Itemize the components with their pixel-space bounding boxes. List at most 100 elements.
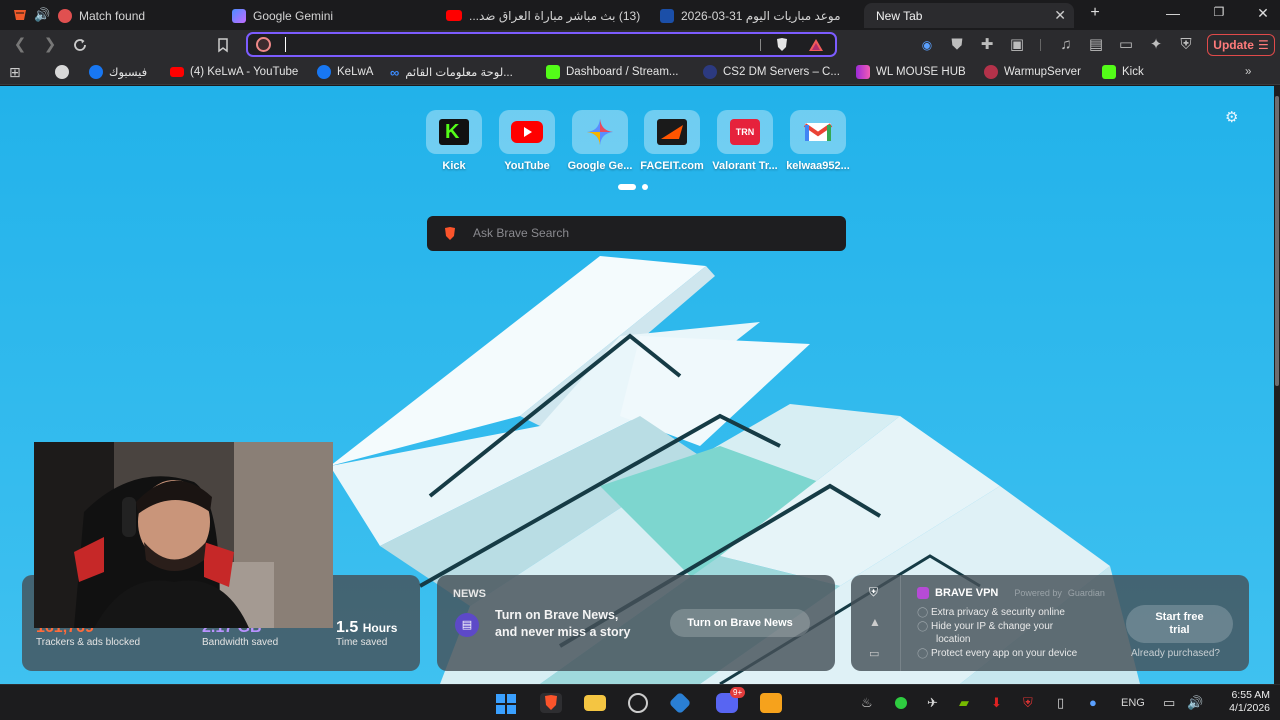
top-site-tile: K bbox=[426, 110, 482, 154]
tray-app-icon[interactable]: ✈ bbox=[927, 695, 938, 711]
turn-on-news-button[interactable]: Turn on Brave News bbox=[670, 609, 810, 637]
new-tab-button[interactable]: + bbox=[1080, 4, 1110, 22]
clipboard-tray-icon[interactable]: ▯ bbox=[1057, 695, 1064, 711]
page-indicator-active[interactable] bbox=[618, 184, 636, 190]
scrollbar-thumb[interactable] bbox=[1275, 96, 1279, 386]
volume-icon[interactable]: 🔊 bbox=[1187, 695, 1203, 711]
bookmark-icon[interactable] bbox=[215, 37, 231, 53]
nvidia-tray-icon[interactable]: ▰ bbox=[959, 695, 969, 711]
bookmark-cs2-dm[interactable]: CS2 DM Servers – C... bbox=[703, 64, 840, 80]
microphone-tray-icon[interactable]: ● bbox=[1089, 695, 1097, 710]
bookmark-wl-mouse[interactable]: WL MOUSE HUB bbox=[856, 64, 966, 80]
vpn-icon[interactable]: ⛨ bbox=[1178, 37, 1194, 53]
bookmark-meta-dashboard[interactable]: ∞ لوحة معلومات القائم... bbox=[390, 64, 513, 80]
bookmark-warmup-server[interactable]: WarmupServer bbox=[984, 64, 1081, 80]
shield-tray-icon[interactable]: ⛨ bbox=[1023, 695, 1033, 711]
vpn-feature: ◯ Hide your IP & change your bbox=[917, 620, 1077, 634]
check-icon: ◯ bbox=[917, 620, 929, 632]
top-site-kick[interactable]: K Kick bbox=[424, 110, 484, 172]
url-input[interactable] bbox=[282, 37, 682, 53]
restore-button[interactable]: ❐ bbox=[1204, 5, 1234, 19]
top-site-gmail[interactable]: kelwaa952... bbox=[786, 110, 850, 172]
already-purchased-link[interactable]: Already purchased? bbox=[1131, 648, 1220, 659]
clock[interactable]: 6:55 AM 4/1/2026 bbox=[1216, 689, 1270, 715]
more-bookmarks-icon[interactable]: » bbox=[1245, 64, 1251, 80]
sidebar-icon[interactable]: ▤ bbox=[1088, 37, 1104, 53]
customize-settings-icon[interactable]: ⚙ bbox=[1225, 108, 1238, 126]
top-site-valorant-tracker[interactable]: TRN Valorant Tr... bbox=[712, 110, 778, 172]
file-explorer-icon[interactable] bbox=[584, 695, 606, 711]
language-indicator[interactable]: ENG bbox=[1121, 697, 1145, 709]
tab-youtube-match[interactable]: (13) بث مباشر مباراة العراق ضد... bbox=[436, 3, 646, 28]
bookmark-label: (4) KeLwA - YouTube bbox=[190, 66, 299, 78]
app-taskbar-icon[interactable] bbox=[668, 691, 692, 715]
brave-search-box[interactable]: Ask Brave Search bbox=[427, 216, 846, 251]
bookmark-kelwa-youtube[interactable]: (4) KeLwA - YouTube bbox=[170, 64, 298, 80]
hamburger-menu-icon: ☰ bbox=[1257, 38, 1269, 52]
bookmark-label: Dashboard / Stream... bbox=[566, 66, 679, 78]
tab-match-schedule[interactable]: موعد مباريات اليوم 31-03-2026 bbox=[650, 3, 860, 28]
bookmark-kelwa-facebook[interactable]: KeLwA bbox=[317, 64, 373, 80]
rewards-tab-icon[interactable]: ▲ bbox=[869, 615, 881, 629]
brave-taskbar-icon[interactable] bbox=[540, 693, 562, 713]
brave-rewards-icon[interactable] bbox=[808, 38, 824, 52]
trial-line-1: Start free bbox=[1155, 611, 1204, 623]
bookmark-stream-dashboard[interactable]: Dashboard / Stream... bbox=[546, 64, 679, 80]
check-icon: ◯ bbox=[917, 607, 929, 618]
screenshot-icon[interactable]: ▣ bbox=[1009, 37, 1025, 53]
tab-google-gemini[interactable]: Google Gemini bbox=[222, 3, 432, 28]
bookmark-label: KeLwA bbox=[337, 66, 374, 78]
bookmark-label: Kick bbox=[1122, 66, 1144, 78]
new-tab-page: ⚙ K Kick YouTube Google Ge... FACEIT.com bbox=[0, 86, 1274, 684]
cards-tab-icon[interactable]: ▭ bbox=[869, 647, 879, 660]
news-line-2: and never miss a story bbox=[495, 625, 631, 639]
green-status-tray-icon[interactable] bbox=[895, 697, 907, 709]
reload-icon[interactable] bbox=[72, 37, 88, 53]
news-card: NEWS ▤ Turn on Brave News, and never mis… bbox=[437, 575, 835, 671]
faceit-icon bbox=[657, 119, 687, 145]
tab-match-found[interactable]: Match found bbox=[48, 3, 218, 28]
update-button[interactable]: Update ☰ bbox=[1207, 34, 1275, 56]
apps-grid-icon[interactable]: ⊞ bbox=[9, 64, 21, 80]
red-tray-icon[interactable]: ⬇ bbox=[991, 695, 1002, 711]
news-icon: ▤ bbox=[455, 613, 479, 637]
divider bbox=[1040, 39, 1041, 51]
address-bar[interactable] bbox=[246, 32, 837, 57]
network-icon[interactable]: ▭ bbox=[1163, 695, 1175, 711]
search-placeholder: Ask Brave Search bbox=[473, 226, 570, 240]
top-site-faceit[interactable]: FACEIT.com bbox=[640, 110, 704, 172]
close-window-button[interactable]: ✕ bbox=[1248, 5, 1278, 22]
steam-tray-icon[interactable]: ♨ bbox=[861, 695, 873, 711]
obs-taskbar-icon[interactable] bbox=[760, 693, 782, 713]
brave-shields-icon[interactable] bbox=[775, 37, 789, 52]
scrollbar[interactable] bbox=[1274, 86, 1280, 684]
bookmark-facebook-ar[interactable]: فيسبوك bbox=[89, 64, 147, 80]
back-icon[interactable]: ❮ bbox=[12, 37, 28, 53]
bookmark-kick[interactable]: Kick bbox=[1102, 64, 1144, 80]
shield-extension-icon[interactable]: ⛊ bbox=[949, 37, 965, 53]
wallet-icon[interactable]: ◉ bbox=[919, 37, 935, 53]
gemini-icon bbox=[587, 119, 613, 145]
vpn-tab-icon[interactable]: ⛨ bbox=[869, 585, 878, 600]
music-icon[interactable]: ♫ bbox=[1058, 37, 1074, 53]
steam-taskbar-icon[interactable] bbox=[628, 693, 648, 713]
discord-taskbar-icon[interactable]: 9+ bbox=[716, 687, 746, 713]
time-saved-label: Time saved bbox=[336, 637, 388, 648]
site-icon bbox=[660, 8, 674, 23]
minimize-button[interactable]: — bbox=[1158, 5, 1188, 21]
forward-icon[interactable]: ❯ bbox=[42, 37, 58, 53]
top-site-google-gemini[interactable]: Google Ge... bbox=[568, 110, 632, 172]
top-site-youtube[interactable]: YouTube bbox=[497, 110, 557, 172]
bookmark-steam[interactable] bbox=[55, 64, 69, 80]
extensions-icon[interactable]: ✚ bbox=[979, 37, 995, 53]
close-icon[interactable]: ✕ bbox=[1054, 7, 1066, 24]
windows-start-icon[interactable] bbox=[495, 693, 517, 715]
brave-menu-icon[interactable] bbox=[12, 8, 28, 22]
start-trial-button[interactable]: Start free trial bbox=[1126, 605, 1233, 643]
page-indicator[interactable] bbox=[642, 184, 648, 190]
bookmarks-bar: ⊞ فيسبوك (4) KeLwA - YouTube KeLwA ∞ لوح… bbox=[0, 60, 1280, 85]
leo-ai-icon[interactable]: ✦ bbox=[1148, 37, 1164, 53]
crypto-wallet-icon[interactable]: ▭ bbox=[1118, 37, 1134, 53]
top-site-tile bbox=[790, 110, 846, 154]
tab-new-tab[interactable]: New Tab ✕ bbox=[864, 3, 1074, 28]
